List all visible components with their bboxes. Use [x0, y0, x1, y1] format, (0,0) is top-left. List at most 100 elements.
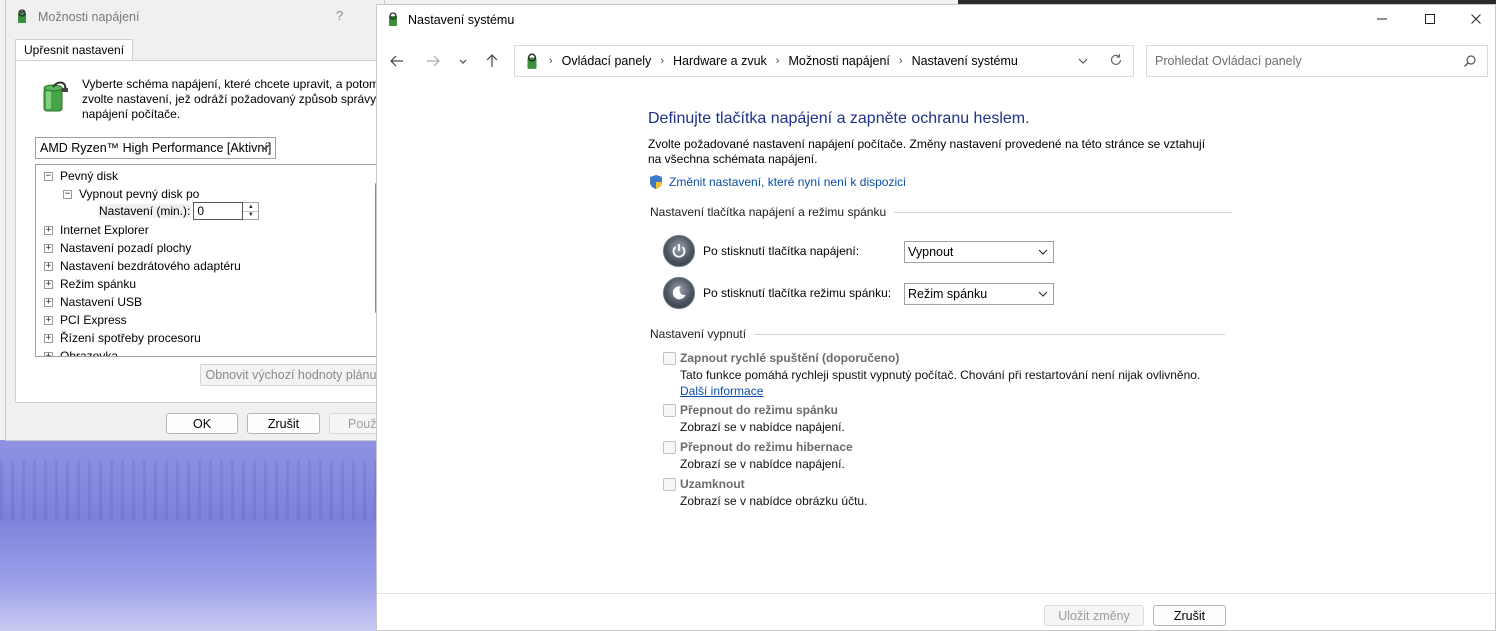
sleep-button-label: Po stisknutí tlačítka režimu spánku:: [703, 286, 892, 300]
chevron-down-icon: [1037, 288, 1049, 303]
chevron-down-icon: [1037, 246, 1049, 261]
tree-item-display[interactable]: + Obrazovka: [44, 347, 119, 357]
sleep-checkbox[interactable]: [663, 404, 676, 417]
breadcrumb-system-settings[interactable]: Nastavení systému: [912, 54, 1018, 68]
search-input[interactable]: Prohledat Ovládací panely: [1146, 45, 1488, 77]
expand-icon[interactable]: +: [44, 279, 53, 289]
power-scheme-select[interactable]: AMD Ryzen™ High Performance [Aktivní]: [35, 137, 276, 159]
battery-plug-icon: [37, 79, 71, 116]
tree-item-label: Vypnout pevný disk po: [79, 187, 200, 201]
tree-item-hard-disk[interactable]: − Pevný disk: [44, 167, 118, 185]
lock-checkbox[interactable]: [663, 478, 676, 491]
group-title: Nastavení vypnutí: [650, 327, 747, 341]
option-label: Uzamknout: [680, 477, 745, 491]
minutes-input[interactable]: [193, 202, 244, 220]
tree-item-label: Internet Explorer: [60, 223, 149, 237]
setting-minutes-label: Nastavení (min.):: [98, 204, 192, 218]
refresh-icon[interactable]: [1109, 53, 1123, 71]
minutes-spinner[interactable]: ▲ ▼: [193, 202, 260, 220]
change-link-label[interactable]: Změnit nastavení, které nyní není k disp…: [669, 175, 906, 189]
power-button-action-select[interactable]: Vypnout: [904, 241, 1054, 263]
divider: [894, 211, 1233, 213]
breadcrumb-power-options[interactable]: Možnosti napájení: [788, 54, 889, 68]
sleep-button-action-select[interactable]: Režim spánku: [904, 283, 1054, 305]
tree-item-pci-express[interactable]: + PCI Express: [44, 311, 127, 329]
page-title: Definujte tlačítka napájení a zapněte oc…: [648, 110, 1030, 127]
expand-icon[interactable]: +: [44, 243, 53, 253]
tree-item-processor-power[interactable]: + Řízení spotřeby procesoru: [44, 329, 201, 347]
option-description: Zobrazí se v nabídce napájení.: [680, 457, 845, 471]
breadcrumb-separator[interactable]: ›: [776, 55, 780, 67]
group-header-shutdown: Nastavení vypnutí: [650, 327, 1226, 341]
expand-icon[interactable]: +: [44, 315, 53, 325]
breadcrumb-control-panel[interactable]: Ovládací panely: [562, 54, 652, 68]
tree-item-sleep[interactable]: + Režim spánku: [44, 275, 136, 293]
power-scheme-value: AMD Ryzen™ High Performance [Aktivní]: [40, 141, 272, 155]
forward-arrow-icon[interactable]: [423, 51, 443, 71]
tree-item-label: Nastavení pozadí plochy: [60, 241, 192, 255]
close-icon: [1471, 14, 1481, 24]
expand-icon[interactable]: +: [44, 297, 53, 307]
desktop-wallpaper: [0, 440, 376, 631]
up-arrow-icon[interactable]: [482, 51, 502, 71]
recent-locations-icon[interactable]: [453, 51, 473, 71]
cancel-button[interactable]: Zrušit: [247, 413, 320, 434]
tree-item-usb[interactable]: + Nastavení USB: [44, 293, 142, 311]
group-header-power-buttons: Nastavení tlačítka napájení a režimu spá…: [650, 205, 1233, 219]
tree-item-label: Řízení spotřeby procesoru: [60, 331, 201, 345]
back-arrow-icon[interactable]: [387, 51, 407, 71]
tree-item-desktop-background[interactable]: + Nastavení pozadí plochy: [44, 239, 191, 257]
expand-icon[interactable]: +: [44, 225, 53, 235]
more-info-link[interactable]: Další informace: [680, 384, 763, 398]
footer-divider: [377, 593, 1495, 594]
cancel-button[interactable]: Zrušit: [1153, 605, 1226, 626]
tree-item-label: Pevný disk: [60, 169, 119, 183]
expand-icon[interactable]: +: [44, 351, 53, 356]
fast-startup-checkbox[interactable]: [663, 352, 676, 365]
spin-down-icon[interactable]: ▼: [243, 212, 258, 220]
power-button-action-value: Vypnout: [908, 245, 954, 259]
maximize-button[interactable]: [1408, 9, 1452, 29]
window-title: Nastavení systému: [408, 13, 515, 27]
restore-defaults-button[interactable]: Obnovit výchozí hodnoty plánu: [200, 364, 382, 386]
address-bar[interactable]: › Ovládací panely › Hardware a zvuk › Mo…: [514, 45, 1134, 77]
tab-advanced-settings[interactable]: Upřesnit nastavení: [15, 39, 134, 61]
power-options-icon: [14, 8, 30, 27]
settings-tree[interactable]: − Pevný disk − Vypnout pevný disk po Nas…: [35, 164, 381, 357]
divider: [754, 333, 1226, 335]
tree-item-label: Obrazovka: [60, 349, 119, 357]
breadcrumb-separator[interactable]: ›: [899, 55, 903, 67]
spin-up-icon[interactable]: ▲: [243, 203, 259, 212]
tree-item-internet-explorer[interactable]: + Internet Explorer: [44, 221, 149, 239]
collapse-icon[interactable]: −: [63, 189, 72, 199]
tree-item-turn-off-disk[interactable]: − Vypnout pevný disk po: [63, 185, 199, 203]
help-icon[interactable]: ?: [336, 8, 343, 23]
dialog-titlebar: Možnosti napájení: [14, 7, 139, 27]
collapse-icon[interactable]: −: [44, 171, 53, 181]
breadcrumb-hardware-sound[interactable]: Hardware a zvuk: [673, 54, 767, 68]
address-dropdown-icon[interactable]: [1077, 55, 1089, 70]
expand-icon[interactable]: +: [44, 261, 53, 271]
group-title: Nastavení tlačítka napájení a režimu spá…: [650, 205, 887, 219]
save-changes-button[interactable]: Uložit změny: [1044, 605, 1144, 626]
hibernate-checkbox[interactable]: [663, 441, 676, 454]
change-unavailable-settings-link[interactable]: Změnit nastavení, které nyní není k disp…: [648, 174, 906, 190]
close-button[interactable]: [1454, 9, 1496, 29]
search-icon[interactable]: [1463, 54, 1477, 71]
breadcrumb-separator: ›: [549, 55, 553, 67]
breadcrumb-separator[interactable]: ›: [660, 55, 664, 67]
minimize-icon: [1377, 18, 1387, 20]
tree-item-label: Nastavení USB: [60, 295, 143, 309]
control-panel-icon: [385, 11, 401, 30]
minimize-button[interactable]: [1360, 9, 1404, 29]
tree-item-setting-minutes: Nastavení (min.): ▲ ▼: [98, 202, 260, 220]
expand-icon[interactable]: +: [44, 333, 53, 343]
option-label: Přepnout do režimu hibernace: [680, 440, 853, 454]
option-label: Přepnout do režimu spánku: [680, 403, 839, 417]
tree-item-label: Nastavení bezdrátového adaptéru: [60, 259, 241, 273]
tree-item-wireless-adapter[interactable]: + Nastavení bezdrátového adaptéru: [44, 257, 241, 275]
option-description: Zobrazí se v nabídce napájení.: [680, 420, 845, 434]
spinner-arrows[interactable]: ▲ ▼: [243, 202, 260, 220]
ok-button[interactable]: OK: [166, 413, 238, 434]
sleep-icon: [663, 277, 695, 309]
